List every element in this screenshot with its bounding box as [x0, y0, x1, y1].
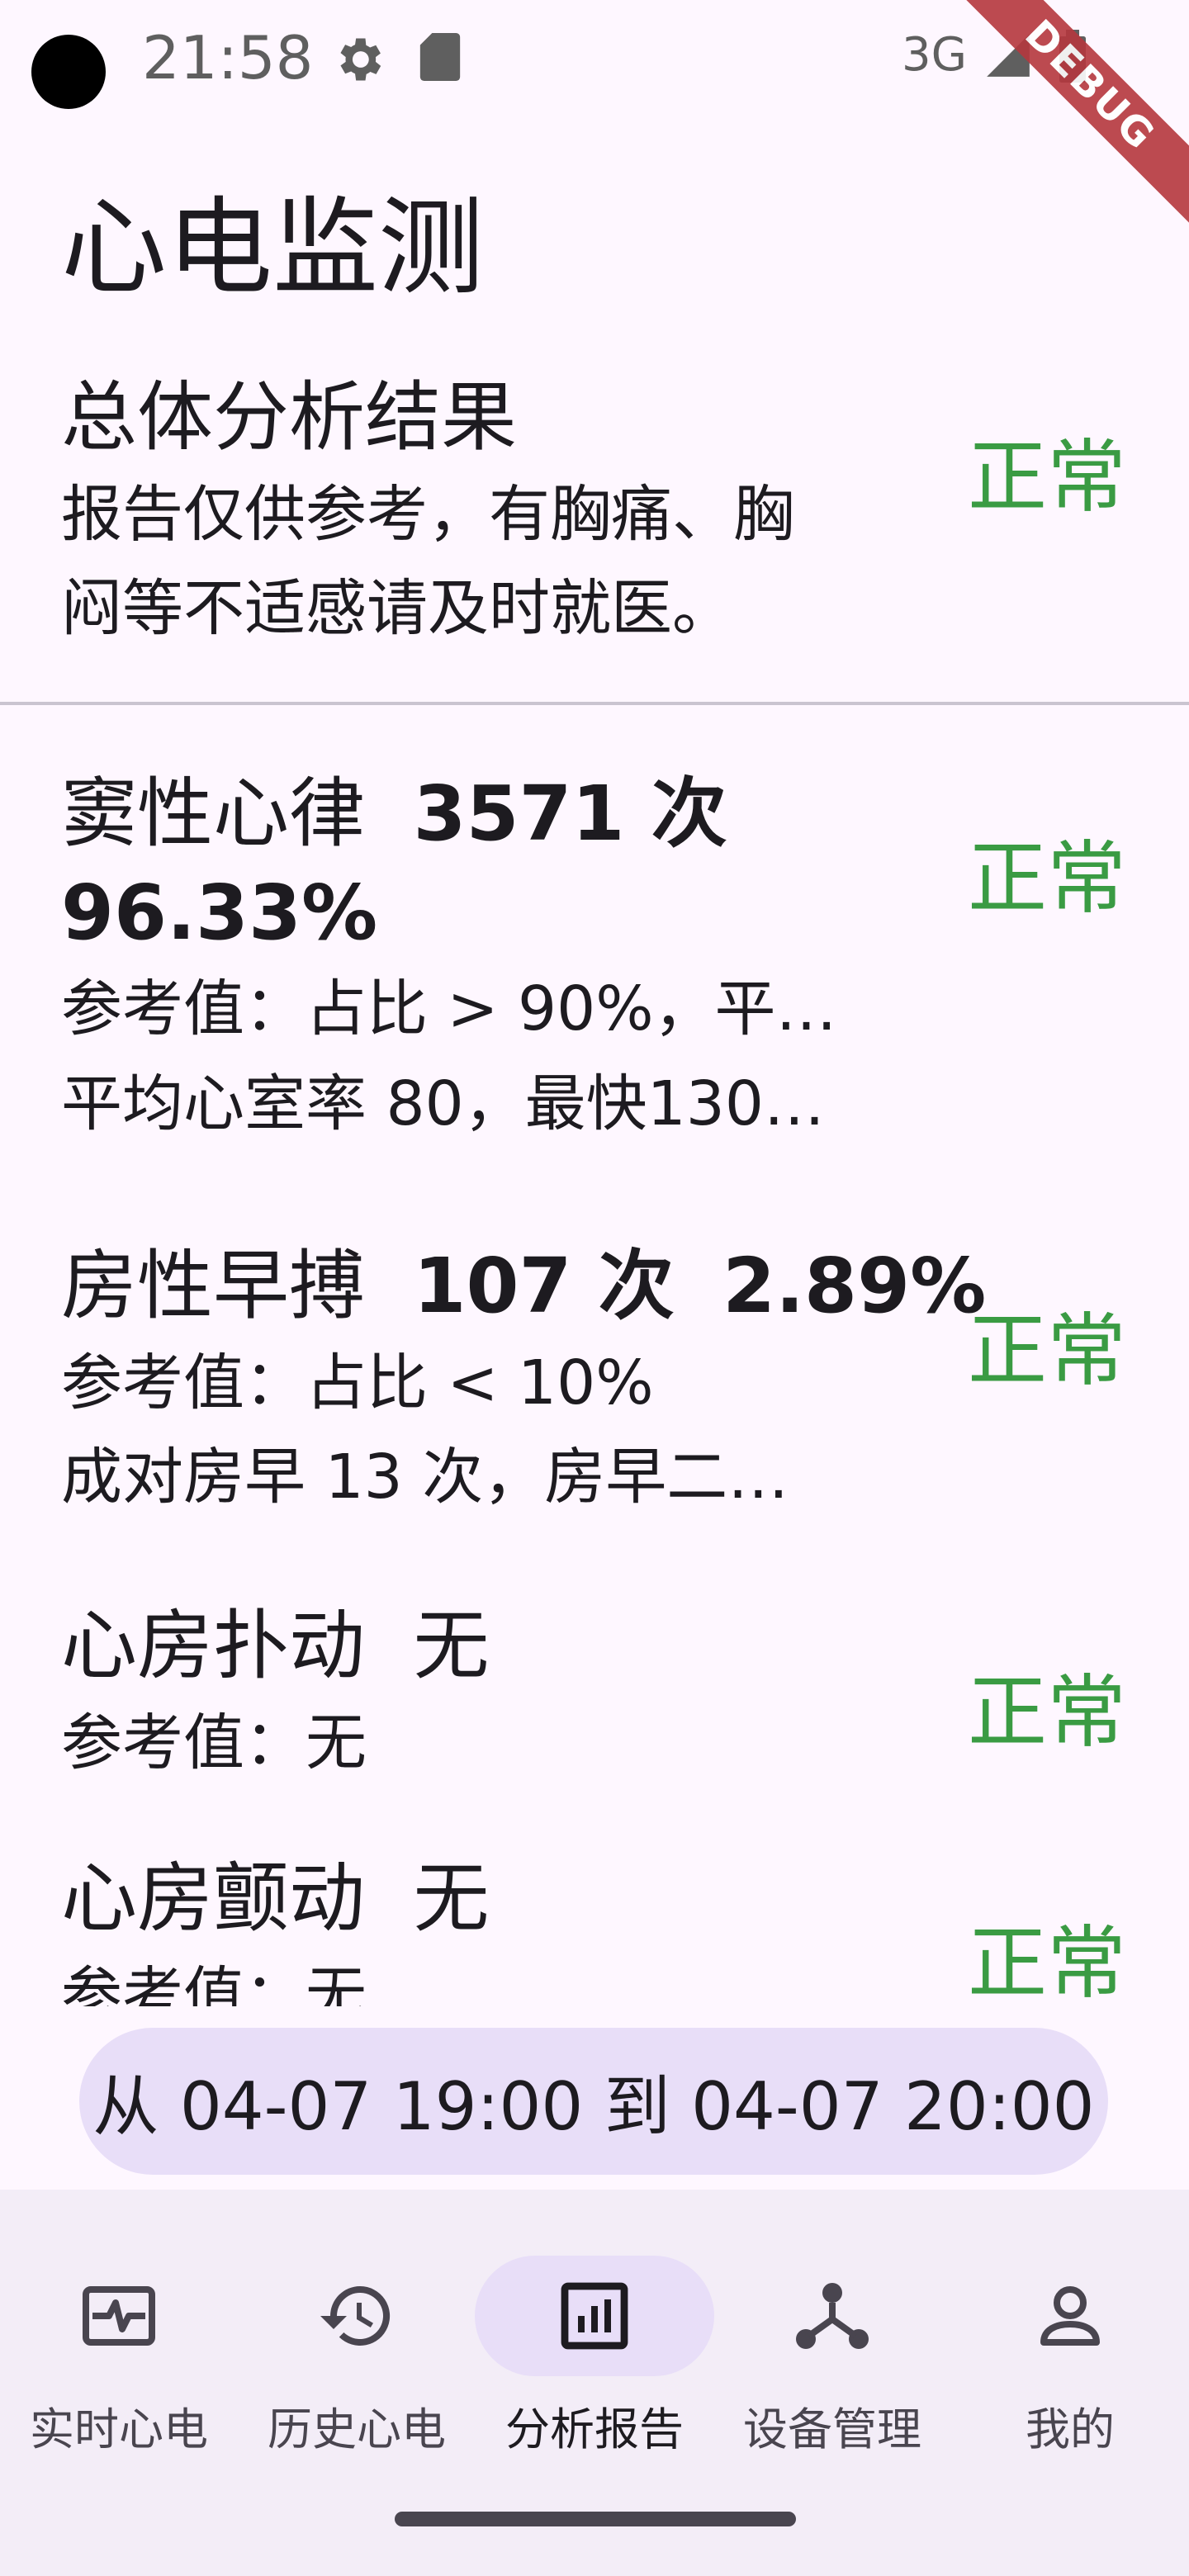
item-percent: 96.33% [61, 868, 378, 957]
list-item[interactable]: 心房颤动 无 参考值：无 [61, 1849, 903, 2006]
date-range-button[interactable]: 从 04-07 19:00 到 04-07 20:00 [79, 2028, 1108, 2175]
home-indicator[interactable] [395, 2512, 796, 2526]
list-item[interactable]: 心房扑动 无 参考值：无 [61, 1597, 903, 1790]
nav-item-profile[interactable]: 我的 [951, 2256, 1189, 2458]
nav-label: 分析报告 [505, 2403, 684, 2455]
item-status: 正常 [968, 1305, 1126, 1397]
item-reference: 参考值：占比 > 90%，平… [61, 973, 837, 1045]
item-count: 107 次 [413, 1242, 675, 1330]
item-name: 心房扑动 [61, 1602, 366, 1690]
nav-label: 历史心电 [268, 2403, 446, 2455]
item-name: 心房颤动 [61, 1854, 366, 1943]
item-reference: 参考值：无 [61, 1959, 367, 2006]
analytics-icon [561, 2282, 628, 2350]
summary-status: 正常 [968, 431, 1126, 523]
person-icon [1040, 2286, 1100, 2346]
item-name: 窦性心律 [61, 769, 366, 858]
camera-cutout [31, 35, 106, 109]
item-status: 正常 [968, 1917, 1126, 2006]
debug-banner: DEBUG [930, 0, 1189, 245]
nav-label: 实时心电 [30, 2403, 208, 2455]
summary-section: 总体分析结果 报告仅供参考，有胸痛、胸 闷等不适感请及时就医。 [61, 368, 903, 656]
nav-label: 我的 [1026, 2403, 1115, 2455]
list-item[interactable]: 房性早搏 107 次 2.89% 参考值：占比 < 10% 成对房早 13 次，… [61, 1237, 986, 1525]
divider [0, 702, 1189, 705]
analysis-list: 窦性心律 3571 次 96.33% 参考值：占比 > 90%，平… 平均心室率… [0, 710, 1189, 2006]
nav-item-history-ecg[interactable]: 历史心电 [238, 2256, 476, 2458]
network-type: 3G [902, 28, 968, 82]
device-hub-icon [796, 2283, 869, 2349]
nav-item-analysis-report[interactable]: 分析报告 [475, 2256, 714, 2458]
item-value: 无 [413, 1854, 490, 1943]
sdcard-icon [419, 33, 461, 81]
summary-title: 总体分析结果 [61, 373, 518, 462]
item-count: 3571 次 [413, 769, 727, 858]
item-extra: 成对房早 13 次，房早二… [61, 1442, 789, 1513]
nav-label: 设备管理 [743, 2403, 921, 2455]
item-reference: 参考值：无 [61, 1707, 367, 1778]
item-status: 正常 [968, 832, 1126, 925]
item-status: 正常 [968, 1666, 1126, 1759]
history-icon [320, 2285, 391, 2346]
page-title: 心电监测 [61, 187, 485, 310]
gear-icon [340, 38, 381, 81]
nav-item-realtime-ecg[interactable]: 实时心电 [0, 2256, 238, 2458]
ecg-monitor-icon [83, 2286, 155, 2346]
nav-item-device-management[interactable]: 设备管理 [713, 2256, 951, 2458]
summary-desc-line1: 报告仅供参考，有胸痛、胸 [61, 478, 794, 550]
item-extra: 平均心室率 80，最快130… [61, 1068, 825, 1139]
item-percent: 2.89% [722, 1242, 987, 1330]
list-item[interactable]: 窦性心律 3571 次 96.33% 参考值：占比 > 90%，平… 平均心室率… [61, 765, 903, 1152]
summary-desc-line2: 闷等不适感请及时就医。 [61, 573, 733, 645]
item-reference: 参考值：占比 < 10% [61, 1347, 654, 1418]
status-time: 21:58 [142, 23, 314, 92]
item-value: 无 [413, 1602, 490, 1690]
item-name: 房性早搏 [61, 1242, 366, 1330]
